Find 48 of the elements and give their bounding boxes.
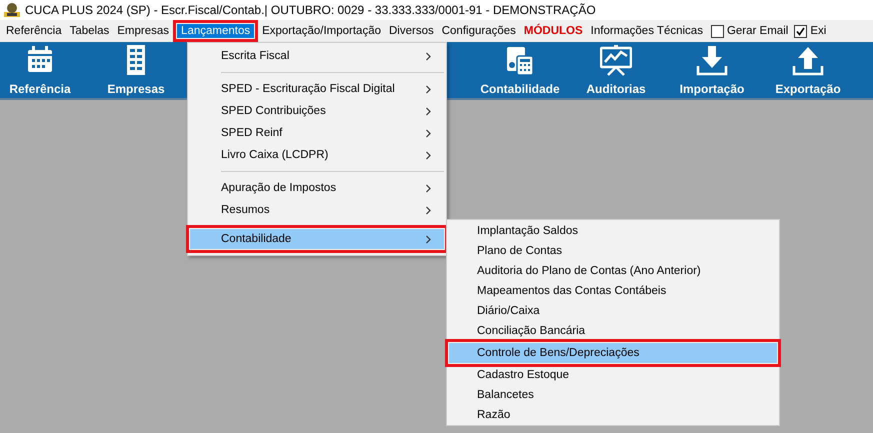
menu-item[interactable]: Apuração de Impostos [190,177,444,199]
chevron-icon [425,84,432,94]
menu-item[interactable]: Diversos [385,22,438,40]
toolbar-button[interactable]: Contabilidade [472,42,568,98]
menu-item[interactable]: Referência [2,22,66,40]
menu-item[interactable]: MÓDULOS [520,22,587,40]
menu-item[interactable]: Cadastro Estoque [449,365,777,385]
menu-item[interactable]: Escrita Fiscal [190,45,444,67]
menu-item[interactable]: Implantação Saldos [449,221,777,241]
download-icon [696,44,728,76]
toolbar-button[interactable]: Empresas [88,42,184,98]
menu-item[interactable]: SPED - Escrituração Fiscal Digital [190,78,444,100]
chevron-icon [425,234,432,244]
menu-item[interactable]: Mapeamentos das Contas Contábeis [449,281,777,301]
menu-item[interactable]: Balancetes [449,385,777,405]
menu-item[interactable]: Empresas [113,22,174,40]
toolbar-button[interactable]: Importação [664,42,760,98]
menu-item[interactable]: Diário/Caixa [449,301,777,321]
menu-item[interactable]: Auditoria do Plano de Contas (Ano Anterior) [449,261,777,281]
menu-item[interactable]: Tabelas [66,22,114,40]
app-icon [3,2,21,18]
menu-item[interactable]: SPED Reinf [190,122,444,144]
chevron-icon [425,206,432,214]
chevron-icon [425,184,432,192]
menu-item[interactable]: Resumos [190,199,444,221]
window-title: CUCA PLUS 2024 (SP) - Escr.Fiscal/Contab.| OUTUBRO: 0029 - 33.333.333/0001-91 - DEMONSTRAÇÃO [25,3,596,17]
menu-item[interactable]: Informações Técnicas [586,22,707,40]
chevron-icon [425,150,432,160]
chevron-icon [425,52,432,60]
menu-item[interactable]: SPED Contribuições [190,100,444,122]
menu-item[interactable]: Contabilidade [186,225,448,253]
chevron-icon [425,106,432,116]
menu-item[interactable]: Livro Caixa (LCDPR) [190,144,444,166]
menu-item[interactable]: Conciliação Bancária [449,321,777,341]
menu-item[interactable]: Controle de Bens/Depreciações [445,339,781,367]
menu-item[interactable]: Lançamentos [173,20,258,42]
menu-item[interactable]: Plano de Contas [449,241,777,261]
chart-icon [600,44,632,76]
checkbox[interactable]: Gerar Email [706,24,790,38]
toolbar-button[interactable]: Auditorias [568,42,664,98]
menu-item[interactable]: Configurações [438,22,520,40]
menu-item[interactable]: Exportação/Importação [258,22,385,40]
chevron-icon [425,128,432,138]
check-icon [796,26,806,36]
menu-item[interactable]: Razão [449,405,777,425]
checkbox[interactable]: Exi [790,24,828,38]
toolbar-button[interactable]: Referência [0,42,88,98]
toolbar-button[interactable]: Exportação [760,42,856,98]
